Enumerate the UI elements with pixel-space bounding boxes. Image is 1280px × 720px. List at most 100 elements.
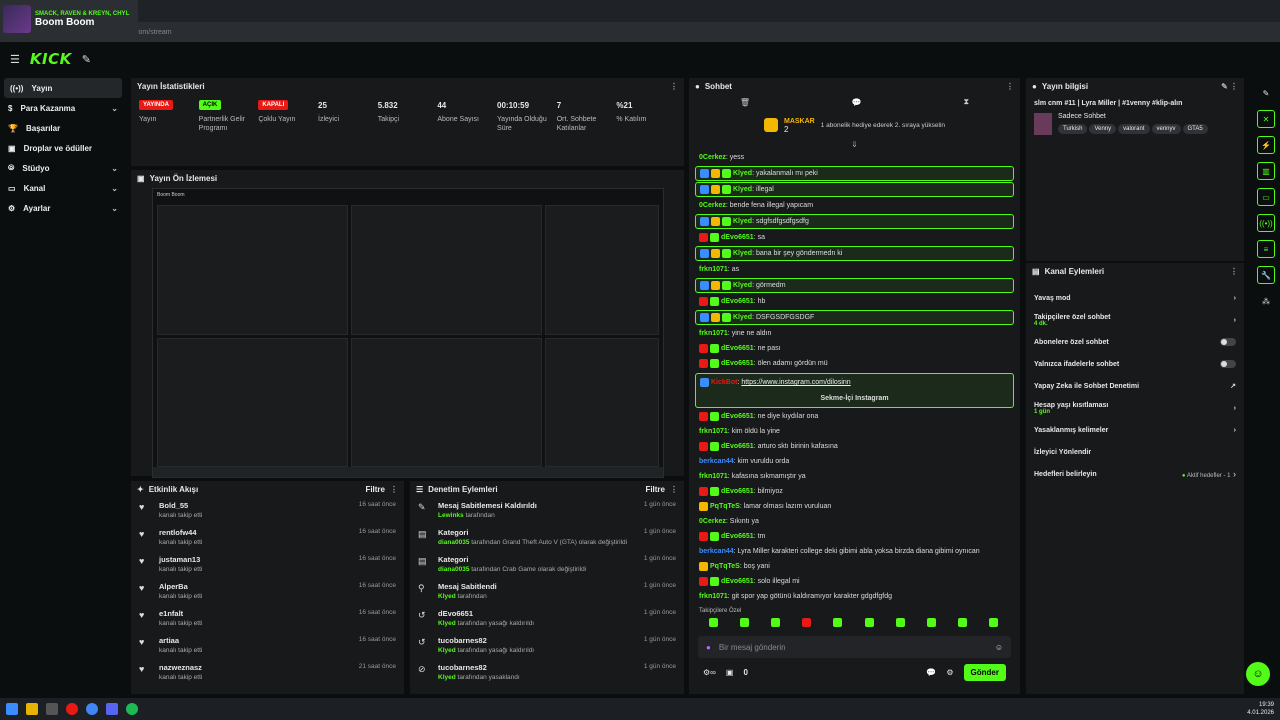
chat-username[interactable]: frkn1071 bbox=[699, 266, 728, 273]
channel-action-item[interactable]: Yavaş mod › bbox=[1026, 287, 1244, 309]
stream-preview-video[interactable]: Boom Boom bbox=[152, 188, 664, 478]
sidebar-item[interactable]: ▭ Kanal ⌄ bbox=[0, 178, 126, 198]
stream-tag[interactable]: vennyv bbox=[1151, 124, 1181, 134]
activity-user[interactable]: artiaa bbox=[159, 636, 202, 645]
instagram-link[interactable]: https://www.instagram.com/dilosinn bbox=[741, 379, 850, 386]
channel-action-item[interactable]: Abonelere özel sohbet bbox=[1026, 331, 1244, 353]
channel-action-item[interactable]: Yalnızca ifadelerle sohbet bbox=[1026, 353, 1244, 375]
chat-username[interactable]: 0Cerkez bbox=[699, 518, 726, 525]
more-icon[interactable]: ⋮ bbox=[670, 82, 678, 91]
chat-username[interactable]: berkcan44 bbox=[699, 548, 734, 555]
mod-user[interactable]: diana0035 bbox=[438, 566, 469, 573]
points-icon[interactable]: ⚙∞ bbox=[703, 668, 716, 677]
help-chat-icon[interactable]: ☺ bbox=[1246, 662, 1270, 686]
chat-username[interactable]: dEvo6651 bbox=[721, 533, 754, 540]
mod-user[interactable]: Klyed bbox=[438, 647, 456, 654]
chevron-right-icon[interactable]: › bbox=[1234, 427, 1236, 434]
chat-username[interactable]: Klyed bbox=[733, 218, 752, 225]
chat-username[interactable]: frkn1071 bbox=[699, 428, 728, 435]
chat-icon[interactable]: ▭ bbox=[1257, 188, 1275, 206]
chat-username[interactable]: dEvo6651 bbox=[721, 345, 754, 352]
mod-user[interactable]: Klyed bbox=[438, 674, 456, 681]
broadcast-icon[interactable]: ((•)) bbox=[1257, 214, 1275, 232]
windows-start-icon[interactable] bbox=[6, 703, 18, 715]
link-user[interactable]: KickBot bbox=[711, 379, 737, 386]
trash-icon[interactable]: 🗑 bbox=[740, 98, 750, 107]
mod-user[interactable]: Klyed bbox=[438, 593, 456, 600]
channel-action-item[interactable]: Hesap yaşı kısıtlaması 1 gün › bbox=[1026, 397, 1244, 419]
chat-username[interactable]: 0Cerkez bbox=[699, 154, 726, 161]
sidebar-item[interactable]: ⚙ Ayarlar ⌄ bbox=[0, 198, 126, 218]
mod-user[interactable]: Lewinks bbox=[438, 512, 464, 519]
rail-icon[interactable]: ✕ bbox=[1257, 110, 1275, 128]
tools-icon[interactable]: ✎ bbox=[82, 53, 91, 66]
more-icon[interactable]: ⋮ bbox=[670, 485, 678, 494]
chevron-down-icon[interactable]: ⌄ bbox=[111, 184, 118, 193]
chat-username[interactable]: PqTqTeS bbox=[710, 503, 740, 510]
emoji-icon[interactable]: ☺ bbox=[995, 643, 1003, 652]
channel-action-item[interactable]: İzleyici Yönlendir bbox=[1026, 441, 1244, 463]
discord-icon[interactable] bbox=[106, 703, 118, 715]
chevron-down-icon[interactable]: ⌄ bbox=[111, 164, 118, 173]
activity-user[interactable]: Bold_55 bbox=[159, 501, 202, 510]
settings-icon[interactable]: ⚙ bbox=[946, 668, 953, 677]
send-button[interactable]: Gönder bbox=[963, 664, 1006, 681]
mic-icon[interactable]: ● bbox=[706, 643, 711, 652]
activity-filter[interactable]: Filtre bbox=[365, 485, 385, 494]
chat-username[interactable]: PqTqTeS bbox=[710, 563, 740, 570]
chevron-right-icon[interactable]: › bbox=[1234, 405, 1236, 412]
edit-icon[interactable]: ✎ ⋮ bbox=[1221, 82, 1238, 91]
chevron-down-icon[interactable]: ⌄ bbox=[111, 204, 118, 213]
chat-username[interactable]: frkn1071 bbox=[699, 593, 728, 600]
external-link-icon[interactable]: ↗ bbox=[1230, 382, 1236, 390]
doc-icon[interactable]: ▥ bbox=[1257, 162, 1275, 180]
sidebar-item[interactable]: ▣ Droplar ve ödüller bbox=[0, 138, 126, 158]
sidebar-item[interactable]: ((•)) Yayın bbox=[4, 78, 122, 98]
sidebar-item[interactable]: $ Para Kazanma ⌄ bbox=[0, 98, 126, 118]
activity-user[interactable]: justaman13 bbox=[159, 555, 202, 564]
chat-username[interactable]: dEvo6651 bbox=[721, 360, 754, 367]
mod-filter[interactable]: Filtre bbox=[645, 485, 665, 494]
chat-username[interactable]: Klyed bbox=[733, 250, 752, 257]
chat-username[interactable]: frkn1071 bbox=[699, 473, 728, 480]
edit-icon[interactable]: ✎ bbox=[1257, 84, 1275, 102]
bolt-icon[interactable]: ⚡ bbox=[1257, 136, 1275, 154]
chat-username[interactable]: dEvo6651 bbox=[721, 578, 754, 585]
sidebar-item[interactable]: ⦾ Stüdyo ⌄ bbox=[0, 158, 126, 178]
chat-input[interactable]: ● Bir mesaj gönderin ☺ bbox=[698, 636, 1011, 658]
chat-username[interactable]: Klyed bbox=[733, 170, 752, 177]
stream-tag[interactable]: valorant bbox=[1118, 124, 1150, 134]
channel-action-item[interactable]: Yapay Zeka ile Sohbet Denetimi ↗ bbox=[1026, 375, 1244, 397]
gift-icon[interactable]: ▣ bbox=[726, 668, 734, 677]
chat-username[interactable]: Klyed bbox=[733, 282, 752, 289]
chevron-down-icon[interactable]: ⌄ bbox=[111, 104, 118, 113]
chat-username[interactable]: dEvo6651 bbox=[721, 298, 754, 305]
chat-username[interactable]: berkcan44 bbox=[699, 458, 734, 465]
activity-user[interactable]: AlperBa bbox=[159, 582, 202, 591]
chat-username[interactable]: Klyed bbox=[733, 186, 752, 193]
category-thumb[interactable] bbox=[1034, 113, 1052, 135]
sidebar-item[interactable]: 🏆 Başarılar bbox=[0, 118, 126, 138]
pinned-user[interactable]: MASKAR bbox=[784, 118, 815, 125]
chat-icon[interactable]: 💬 bbox=[926, 668, 936, 677]
toggle-switch[interactable] bbox=[1220, 338, 1236, 346]
channel-action-item[interactable]: Yasaklanmış kelimeler › bbox=[1026, 419, 1244, 441]
address-bar[interactable]: dashboard.kick.com/stream bbox=[0, 22, 1280, 42]
stream-tag[interactable]: GTA5 bbox=[1182, 124, 1208, 134]
more-icon[interactable]: ⋮ bbox=[390, 485, 398, 494]
activity-user[interactable]: e1nfalt bbox=[159, 609, 202, 618]
channel-action-item[interactable]: Hedefleri belirleyin ● Aktif hedefler - 1… bbox=[1026, 463, 1244, 485]
spotify-icon[interactable] bbox=[126, 703, 138, 715]
explorer-icon[interactable] bbox=[26, 703, 38, 715]
menu-icon[interactable]: ☰ bbox=[10, 53, 20, 66]
users-icon[interactable]: ⁂ bbox=[1257, 292, 1275, 310]
chat-username[interactable]: dEvo6651 bbox=[721, 488, 754, 495]
chevron-right-icon[interactable]: › bbox=[1234, 295, 1236, 302]
stack-icon[interactable]: ≡ bbox=[1257, 240, 1275, 258]
chat-username[interactable]: Klyed bbox=[733, 314, 752, 321]
activity-user[interactable]: rentlofw44 bbox=[159, 528, 202, 537]
more-icon[interactable]: ⋮ bbox=[1230, 267, 1238, 276]
chat-username[interactable]: dEvo6651 bbox=[721, 443, 754, 450]
activity-user[interactable]: nazwezna​sz bbox=[159, 663, 202, 672]
stream-tag[interactable]: Venny bbox=[1089, 124, 1117, 134]
